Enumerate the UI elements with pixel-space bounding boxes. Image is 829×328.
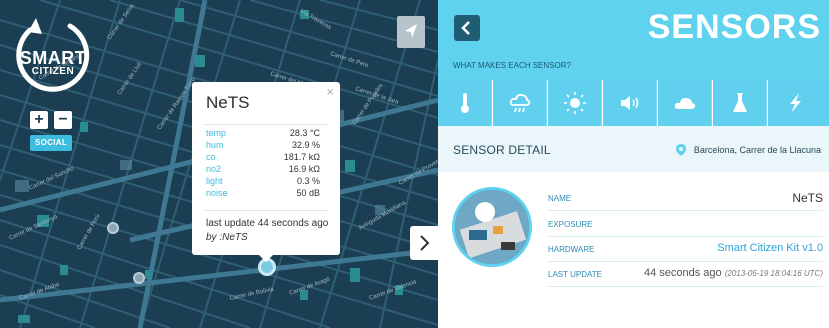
thermometer-icon bbox=[461, 93, 469, 113]
section-title: SENSOR DETAIL bbox=[453, 143, 551, 157]
reading-row-temp: temp 28.3 °C bbox=[206, 128, 320, 139]
info-row-last-update: LAST UPDATE 44 seconds ago (2013-05-19 1… bbox=[548, 261, 823, 287]
reading-key: hum bbox=[206, 140, 224, 150]
info-label: EXPOSURE bbox=[548, 220, 593, 229]
popup-last-update: last update 44 seconds ago bbox=[206, 218, 329, 229]
sensor-tile-no2[interactable] bbox=[713, 80, 767, 126]
sensor-detail-bar: SENSOR DETAIL Barcelona, Carrer de la Ll… bbox=[438, 126, 829, 172]
sensor-kit-photo bbox=[452, 187, 532, 267]
zoom-out-button[interactable]: − bbox=[54, 111, 72, 129]
street-label: Avinguda Meridiana bbox=[358, 200, 407, 232]
reading-value: 50 dB bbox=[296, 188, 320, 198]
reading-key: no2 bbox=[206, 164, 222, 174]
sensor-type-bar bbox=[438, 80, 829, 126]
popup-divider bbox=[204, 210, 328, 211]
chevron-right-icon bbox=[420, 235, 430, 251]
sensor-location: Barcelona, Carrer de la Llacuna bbox=[693, 145, 821, 155]
popup-divider bbox=[204, 124, 328, 125]
sensor-tile-battery[interactable] bbox=[768, 80, 829, 126]
popup-owner: by :NeTS bbox=[206, 232, 248, 243]
sensor-tile-co[interactable] bbox=[658, 80, 712, 126]
sensor-tile-noise[interactable] bbox=[603, 80, 657, 126]
sensor-panel: SENSORS WHAT MAKES EACH SENSOR? SENSOR D… bbox=[438, 0, 829, 328]
chevron-left-icon bbox=[461, 21, 470, 35]
info-row-exposure: EXPOSURE bbox=[548, 211, 823, 237]
location-pin-icon bbox=[676, 144, 686, 156]
street-label: Carrer del Sancho bbox=[28, 166, 75, 192]
sensor-name: NeTS bbox=[792, 191, 823, 205]
info-label: LAST UPDATE bbox=[548, 270, 602, 279]
reading-value: 181.7 kΩ bbox=[283, 152, 320, 162]
locate-button[interactable] bbox=[397, 16, 425, 48]
reading-row-no2: no2 16.9 kΩ bbox=[206, 164, 320, 175]
flask-icon bbox=[733, 93, 747, 112]
kit-board-image bbox=[455, 190, 529, 264]
reading-row-hum: hum 32.9 % bbox=[206, 140, 320, 151]
logo-text-citizen: CITIZEN bbox=[31, 66, 75, 77]
last-update-timestamp: (2013-05-19 18:04:16 UTC) bbox=[724, 269, 823, 278]
reading-value: 28.3 °C bbox=[289, 128, 320, 138]
reading-key: noise bbox=[206, 188, 228, 198]
reading-row-noise: noise 50 dB bbox=[206, 188, 320, 199]
street-label: Carrer de Llull bbox=[117, 62, 144, 96]
sensor-tile-light[interactable] bbox=[548, 80, 602, 126]
reading-key: co bbox=[206, 152, 216, 162]
smart-citizen-logo[interactable]: SMART CITIZEN bbox=[12, 14, 94, 98]
cloud-icon bbox=[674, 97, 696, 109]
reading-value: 0.3 % bbox=[296, 176, 320, 186]
popup-close-button[interactable]: × bbox=[326, 84, 334, 99]
sensor-info-link[interactable]: WHAT MAKES EACH SENSOR? bbox=[453, 61, 571, 70]
reading-row-light: light 0.3 % bbox=[206, 176, 320, 187]
social-button[interactable]: SOCIAL bbox=[30, 135, 72, 151]
info-row-hardware: HARDWARE Smart Citizen Kit v1.0 bbox=[548, 236, 823, 262]
sensor-marker[interactable] bbox=[133, 272, 145, 284]
back-button[interactable] bbox=[454, 15, 480, 41]
lightning-icon bbox=[790, 93, 801, 113]
last-update-value: 44 seconds ago (2013-05-19 18:04:16 UTC) bbox=[644, 267, 823, 279]
zoom-in-button[interactable]: + bbox=[30, 111, 48, 129]
sensor-marker[interactable] bbox=[107, 222, 119, 234]
reading-key: light bbox=[206, 176, 223, 186]
last-update-relative: 44 seconds ago bbox=[643, 267, 722, 279]
reading-key: temp bbox=[206, 128, 227, 138]
toggle-panel-button[interactable] bbox=[410, 226, 438, 260]
map-view[interactable]: Via Travessa Carrer de Pere Carrer del Mar… bbox=[0, 0, 438, 328]
sun-icon bbox=[564, 92, 586, 114]
info-row-name: NAME NeTS bbox=[548, 185, 823, 211]
page-title: SENSORS bbox=[647, 8, 821, 46]
sensor-popup: × NeTS temp 28.3 °C hum 32.9 % co 181.7 … bbox=[192, 82, 340, 255]
info-label: HARDWARE bbox=[548, 245, 595, 254]
street-label: Carrer de Aragó bbox=[289, 276, 332, 296]
reading-value: 16.9 kΩ bbox=[288, 164, 320, 174]
popup-title: NeTS bbox=[206, 93, 250, 112]
popup-pointer bbox=[258, 254, 274, 262]
reading-row-co: co 181.7 kΩ bbox=[206, 152, 320, 163]
reading-value: 32.9 % bbox=[291, 140, 320, 150]
sensor-tile-humidity[interactable] bbox=[493, 80, 547, 126]
hardware-link[interactable]: Smart Citizen Kit v1.0 bbox=[717, 242, 823, 254]
navigation-arrow-icon bbox=[405, 24, 417, 38]
sensor-tile-temperature[interactable] bbox=[438, 80, 492, 126]
speaker-icon bbox=[621, 96, 639, 110]
panel-header: SENSORS WHAT MAKES EACH SENSOR? bbox=[438, 0, 829, 80]
info-label: NAME bbox=[548, 194, 572, 203]
logo-text-smart: SMART bbox=[19, 48, 87, 68]
rain-cloud-icon bbox=[509, 93, 531, 113]
street-label: Via Travessa bbox=[299, 9, 333, 32]
